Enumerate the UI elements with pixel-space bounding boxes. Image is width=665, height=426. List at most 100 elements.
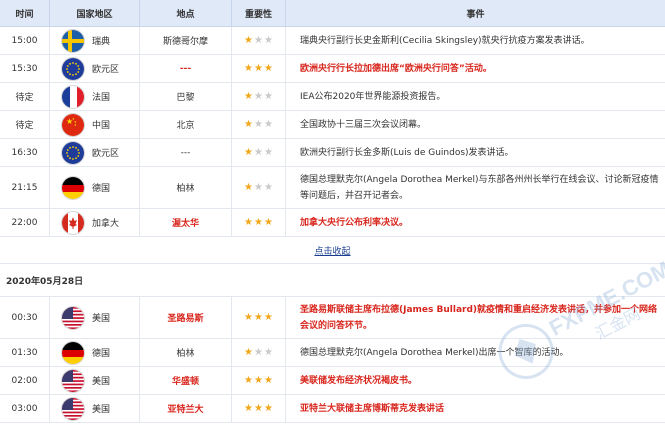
row-country: 美国 <box>50 367 140 394</box>
country-label: 德国 <box>92 349 111 359</box>
star-icon: ★ <box>244 63 254 74</box>
collapse-link[interactable]: 点击收起 <box>314 244 350 257</box>
row-country: 瑞典 <box>50 27 140 54</box>
china-flag-icon: ★ ★ ★ ★ <box>62 113 84 136</box>
date-heading: 2020年05月28日 <box>0 264 665 297</box>
country-label: 法国 <box>92 93 111 103</box>
importance-stars: ★ ★ ★ <box>232 339 286 366</box>
star-icon: ★ <box>244 91 254 102</box>
row-time: 待定 <box>0 111 50 138</box>
star-icon: ★ <box>263 182 273 193</box>
economic-calendar-table: 时间 国家地区 地点 重要性 事件 15:00 瑞典 斯德哥尔摩 ★ ★ ★ 瑞典央行副行长… <box>0 0 665 423</box>
country-label: 欧元区 <box>92 149 120 159</box>
header-event: 事件 <box>466 9 485 20</box>
star-icon: ★ <box>263 312 273 323</box>
star-icon: ★ <box>254 91 263 102</box>
star-icon: ★ <box>263 217 273 228</box>
star-icon: ★ <box>263 63 273 74</box>
country-label: 德国 <box>92 184 111 194</box>
star-icon: ★ <box>244 182 254 193</box>
row-location: 圣路易斯 <box>140 297 232 338</box>
france-flag-icon <box>62 85 84 108</box>
row-event: 圣路易斯联储主席布拉德(James Bullard)就疫情和重启经济发表讲话，并… <box>300 304 658 331</box>
importance-stars: ★ ★ ★ <box>232 111 286 138</box>
country-label: 美国 <box>92 314 111 324</box>
table-row: 待定 法国 巴黎 ★ ★ ★ IEA公布2020年世界能源投资报告。 <box>0 83 665 111</box>
importance-stars: ★ ★ ★ <box>232 209 286 236</box>
row-location: --- <box>140 139 232 166</box>
row-time: 01:30 <box>0 339 50 366</box>
table-row: 16:30 欧元区 --- ★ ★ ★ 欧洲央行副行长金多斯(Luis de Guindos… <box>0 139 665 167</box>
row-country: 美国 <box>50 297 140 338</box>
header-time: 时间 <box>0 0 50 26</box>
row-time: 待定 <box>0 83 50 110</box>
importance-stars: ★ ★ ★ <box>232 395 286 422</box>
eu-flag-icon <box>62 57 84 80</box>
importance-stars: ★ ★ ★ <box>232 83 286 110</box>
row-event: 瑞典央行副行长史金斯利(Cecilia Skingsley)就央行抗疫方案发表讲… <box>300 35 590 46</box>
row-event: 美联储发布经济状况褐皮书。 <box>300 375 418 386</box>
country-label: 欧元区 <box>92 65 120 75</box>
table-row: 待定 ★ ★ ★ ★ 中国 北京 ★ ★ ★ 全国政协十三届三次会议闭幕。 <box>0 111 665 139</box>
usa-flag-icon <box>62 369 84 392</box>
table-row: 21:15 德国 柏林 ★ ★ ★ 德国总理默克尔(Angela Dorothea Merk… <box>0 167 665 209</box>
country-label: 美国 <box>92 377 111 387</box>
star-icon: ★ <box>244 119 254 130</box>
header-country: 国家地区 <box>50 0 140 26</box>
row-event: 欧洲央行行长拉加德出席“欧洲央行问答”活动。 <box>300 63 492 74</box>
star-icon: ★ <box>254 182 263 193</box>
row-time: 22:00 <box>0 209 50 236</box>
row-location: 斯德哥尔摩 <box>140 27 232 54</box>
svg-text:★: ★ <box>74 123 77 127</box>
table-row: 15:00 瑞典 斯德哥尔摩 ★ ★ ★ 瑞典央行副行长史金斯利(Cecilia Sking… <box>0 27 665 55</box>
collapse-row: 点击收起 <box>0 237 665 264</box>
importance-stars: ★ ★ ★ <box>232 55 286 82</box>
table-row: 22:00 加拿大 渥太华 ★ ★ ★ 加拿大央行公布利率决议。 <box>0 209 665 237</box>
germany-flag-icon <box>62 176 84 199</box>
star-icon: ★ <box>244 403 254 414</box>
importance-stars: ★ ★ ★ <box>232 367 286 394</box>
header-location: 地点 <box>140 0 232 26</box>
row-time: 02:00 <box>0 367 50 394</box>
row-event: 德国总理默克尔(Angela Dorothea Merkel)与东部各州州长举行… <box>300 174 659 201</box>
row-location: --- <box>140 55 232 82</box>
star-icon: ★ <box>263 147 273 158</box>
row-time: 21:15 <box>0 167 50 208</box>
row-event: 全国政协十三届三次会议闭幕。 <box>300 119 427 130</box>
row-country: 德国 <box>50 167 140 208</box>
country-label: 瑞典 <box>92 37 111 47</box>
day1-rows: 15:00 瑞典 斯德哥尔摩 ★ ★ ★ 瑞典央行副行长史金斯利(Cecilia Sking… <box>0 27 665 237</box>
star-icon: ★ <box>254 217 263 228</box>
table-row: 15:30 欧元区 --- ★ ★ ★ 欧洲央行行长拉加德出席“欧洲央行问答”活动。 <box>0 55 665 83</box>
row-location: 北京 <box>140 111 232 138</box>
star-icon: ★ <box>244 217 254 228</box>
row-event: 欧洲央行副行长金多斯(Luis de Guindos)发表讲话。 <box>300 147 514 158</box>
star-icon: ★ <box>263 35 273 46</box>
table-row: 02:00 美国 华盛顿 ★ ★ ★ 美联储发布经济状况褐皮书。 <box>0 367 665 395</box>
day2-rows: 00:30 美国 圣路易斯 ★ ★ ★ 圣路易斯联储主席布拉德(James Bullard)… <box>0 297 665 423</box>
star-icon: ★ <box>263 91 273 102</box>
row-event: 亚特兰大联储主席博斯蒂克发表讲话 <box>300 403 445 414</box>
star-icon: ★ <box>244 347 254 358</box>
row-location: 巴黎 <box>140 83 232 110</box>
row-country: 美国 <box>50 395 140 422</box>
star-icon: ★ <box>263 119 273 130</box>
row-time: 00:30 <box>0 297 50 338</box>
row-country: 德国 <box>50 339 140 366</box>
row-country: 法国 <box>50 83 140 110</box>
row-country: 欧元区 <box>50 139 140 166</box>
country-label: 美国 <box>92 405 111 415</box>
usa-flag-icon <box>62 306 84 329</box>
row-time: 03:00 <box>0 395 50 422</box>
row-time: 15:30 <box>0 55 50 82</box>
row-event: 加拿大央行公布利率决议。 <box>300 217 409 228</box>
star-icon: ★ <box>244 35 254 46</box>
table-row: 00:30 美国 圣路易斯 ★ ★ ★ 圣路易斯联储主席布拉德(James Bullard)… <box>0 297 665 339</box>
star-icon: ★ <box>263 347 273 358</box>
star-icon: ★ <box>254 63 263 74</box>
row-location: 华盛顿 <box>140 367 232 394</box>
header-importance: 重要性 <box>232 0 286 26</box>
canada-flag-icon <box>62 211 84 234</box>
importance-stars: ★ ★ ★ <box>232 139 286 166</box>
row-event: 德国总理默克尔(Angela Dorothea Merkel)出席一个智库的活动… <box>300 347 569 358</box>
